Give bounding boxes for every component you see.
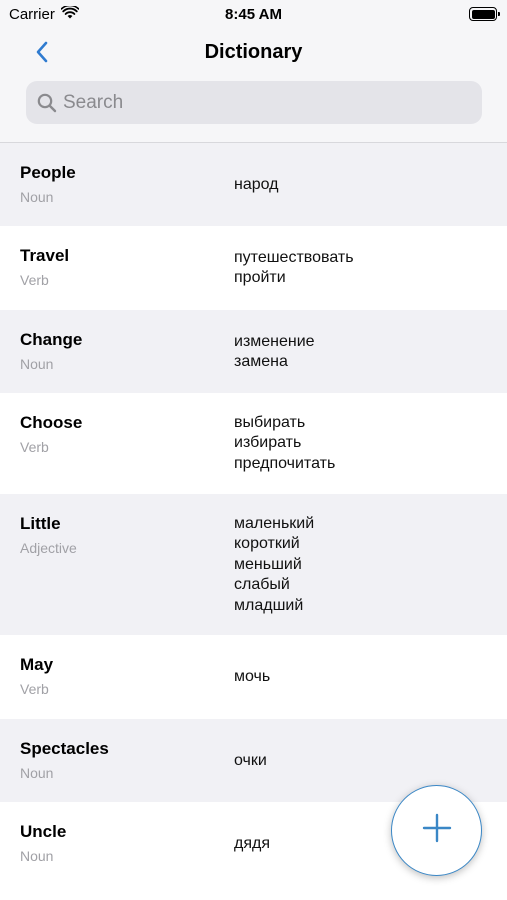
word-label: Change [20, 330, 83, 349]
translation: младший [234, 596, 304, 614]
part-of-speech: Noun [20, 765, 54, 781]
status-bar: Carrier 8:45 AM [0, 0, 507, 30]
add-word-button[interactable] [391, 785, 482, 876]
word-label: Spectacles [20, 739, 109, 758]
translation: слабый [234, 576, 290, 594]
word-label: Travel [20, 246, 70, 265]
word-label: Choose [20, 413, 83, 432]
translations: выбирать избирать предпочитать [234, 413, 335, 474]
magnifier-icon [36, 92, 58, 114]
translation: дядя [234, 835, 270, 852]
translation: выбирать [234, 414, 306, 431]
battery-icon [469, 7, 500, 21]
search-input[interactable] [63, 91, 463, 114]
translation: очки [234, 752, 267, 769]
translations: изменение замена [234, 332, 315, 373]
list-item[interactable]: May Verb мочь [0, 635, 507, 719]
list-item[interactable]: Travel Verb путешествовать пройти [0, 226, 507, 310]
word-label: Uncle [20, 822, 67, 841]
page-title: Dictionary [204, 41, 303, 63]
translation: меньший [234, 555, 302, 573]
translations: очки [234, 751, 267, 771]
translations: маленький короткий меньший слабый младши… [234, 514, 314, 616]
clock: 8:45 AM [225, 6, 282, 23]
translation: маленький [234, 515, 315, 532]
list-item[interactable]: Little Adjective маленький короткий мень… [0, 494, 507, 635]
list-item[interactable]: People Noun народ [0, 143, 507, 226]
navigation-bar: Dictionary [0, 30, 507, 143]
translations: дядя [234, 834, 270, 854]
part-of-speech: Verb [20, 439, 49, 455]
part-of-speech: Noun [20, 848, 54, 864]
part-of-speech: Verb [20, 272, 49, 288]
list-item[interactable]: Change Noun изменение замена [0, 310, 507, 393]
translation: предпочитать [234, 454, 336, 472]
list-item[interactable]: Choose Verb выбирать избирать предпочита… [0, 393, 507, 494]
translations: народ [234, 175, 279, 195]
part-of-speech: Verb [20, 681, 49, 697]
translations: путешествовать пройти [234, 248, 354, 289]
word-label: Little [20, 514, 61, 533]
plus-icon [422, 813, 452, 848]
word-label: People [20, 163, 76, 182]
translation: мочь [234, 668, 271, 685]
translation: изменение [234, 333, 315, 350]
translation: народ [234, 176, 279, 193]
translation: замена [234, 353, 288, 371]
translations: мочь [234, 667, 270, 687]
translation: короткий [234, 535, 300, 553]
part-of-speech: Adjective [20, 540, 77, 556]
translation: путешествовать [234, 249, 354, 266]
translation: избирать [234, 434, 302, 452]
part-of-speech: Noun [20, 189, 54, 205]
translation: пройти [234, 269, 286, 287]
part-of-speech: Noun [20, 356, 54, 372]
search-bar[interactable] [26, 81, 482, 124]
word-label: May [20, 655, 54, 674]
